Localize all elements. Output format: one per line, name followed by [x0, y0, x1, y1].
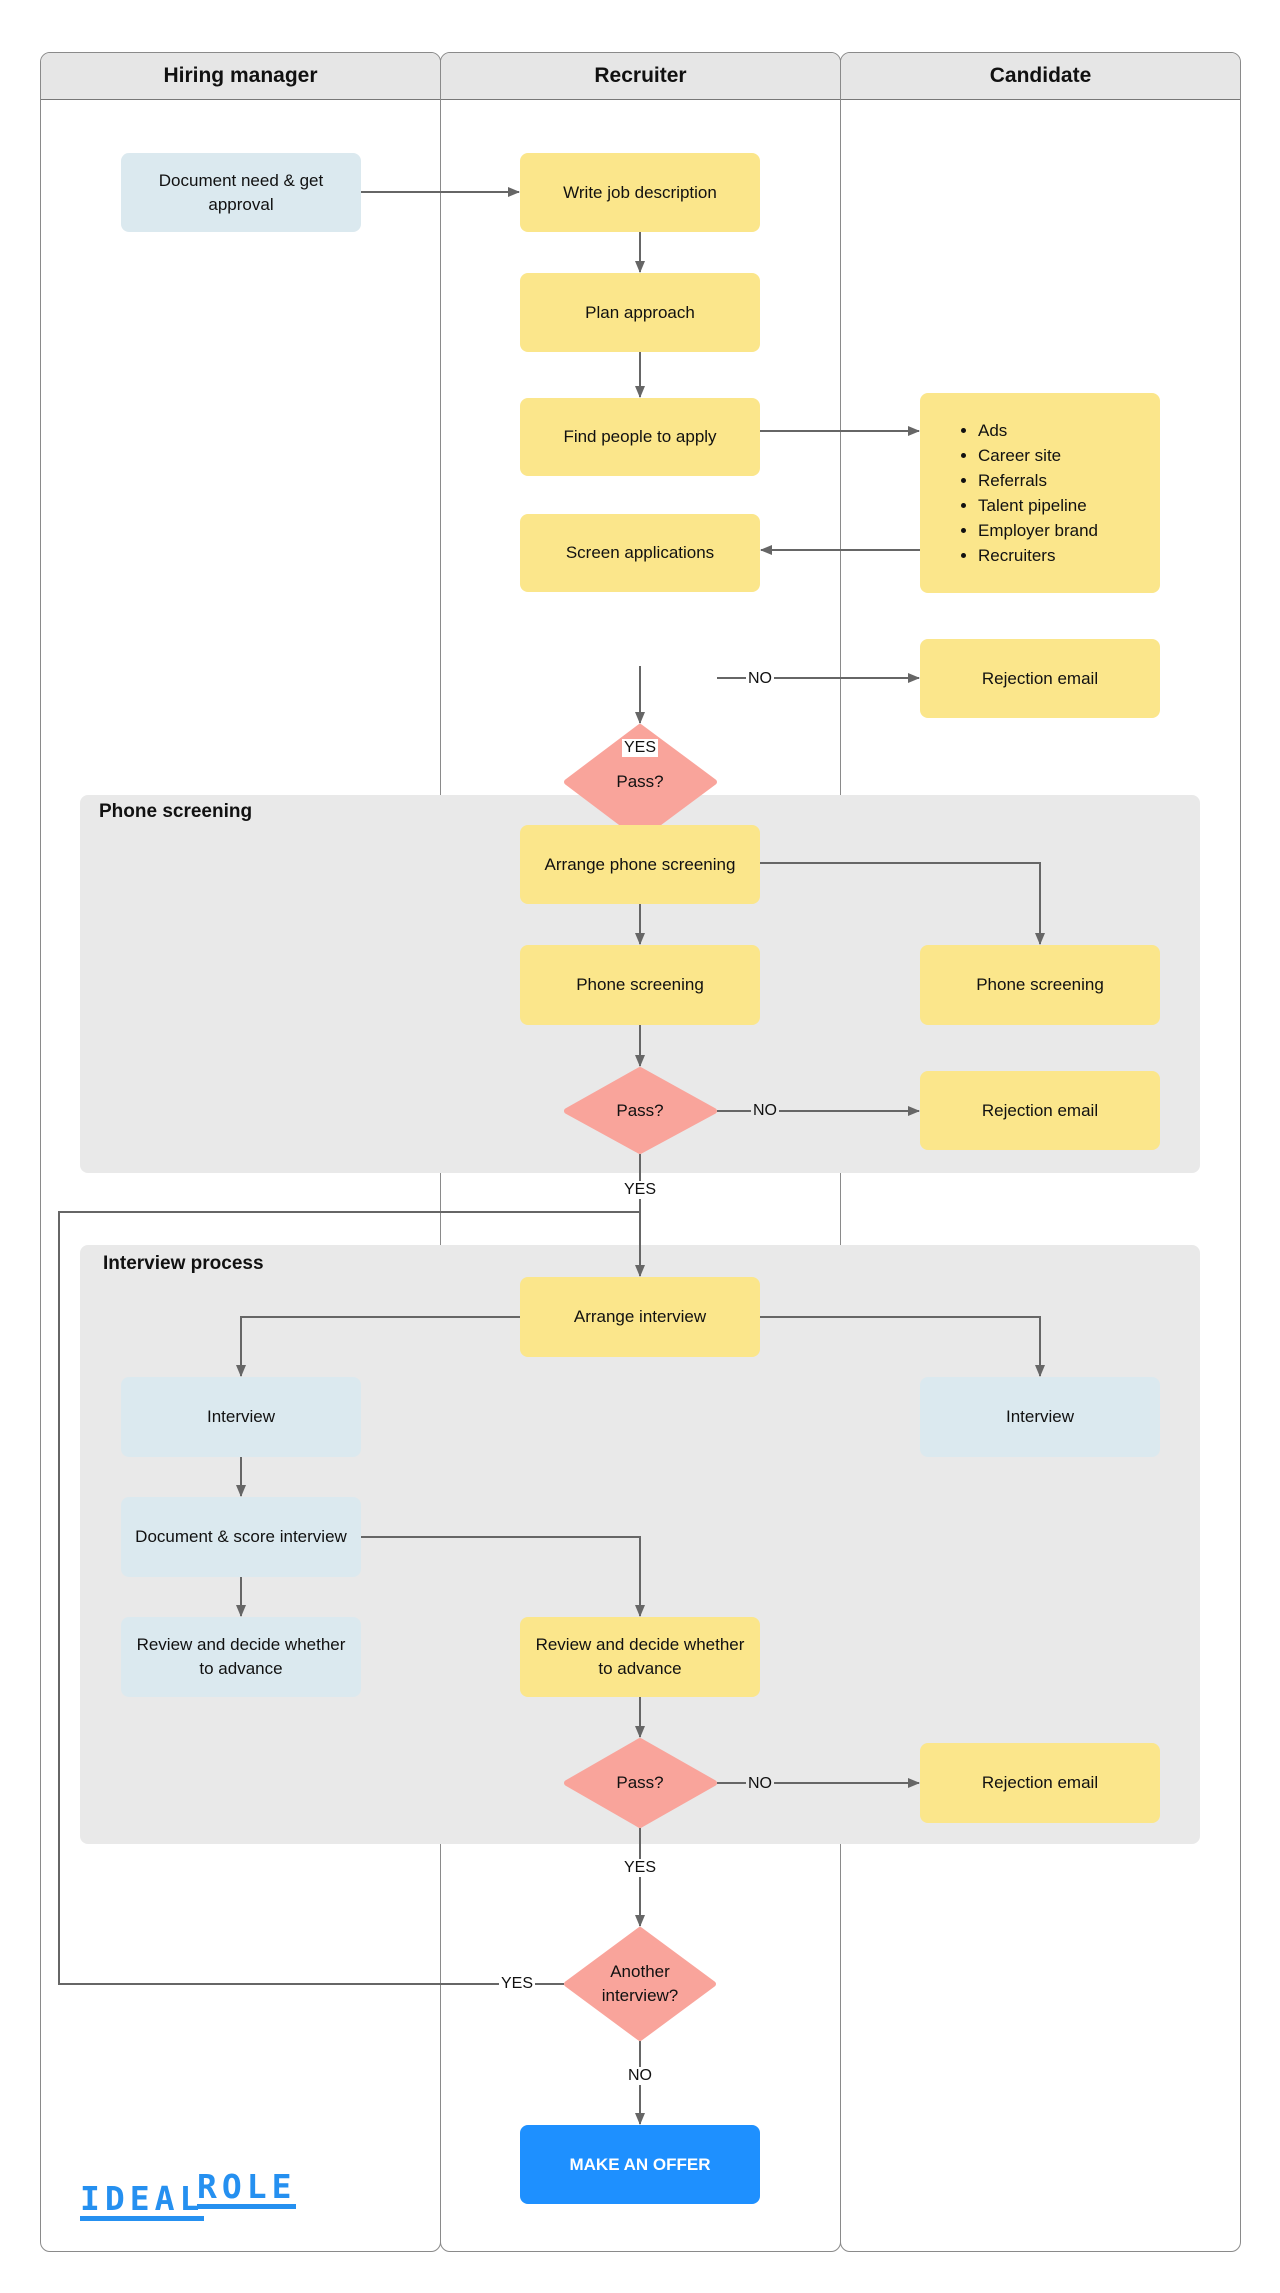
node-interview-candidate: Interview [920, 1377, 1160, 1457]
logo-word-ideal: IDEAL [80, 2182, 205, 2221]
node-candidate-sources: Ads Career site Referrals Talent pipelin… [920, 393, 1160, 593]
edge-arrange-interviewcand [760, 1316, 1045, 1377]
edge-label-yes-loop: YES [498, 1975, 536, 1993]
source-item: Ads [978, 418, 1098, 443]
sources-list: Ads Career site Referrals Talent pipelin… [958, 418, 1098, 568]
node-rejection-email-2: Rejection email [920, 1071, 1160, 1150]
node-document-need: Document need & get approval [121, 153, 361, 232]
decision-pass-2 [564, 1067, 717, 1154]
edge-label-no: NO [746, 1775, 774, 1793]
node-review-recruiter: Review and decide whether to advance [520, 1617, 760, 1697]
edge-label-yes: YES [621, 1181, 659, 1199]
edge-label-no: NO [751, 1102, 779, 1120]
edge-arrange-interviewhm [236, 1316, 520, 1377]
node-review-hiring-manager: Review and decide whether to advance [121, 1617, 361, 1697]
source-item: Talent pipeline [978, 493, 1098, 518]
edge-label-no: NO [626, 2067, 654, 2085]
node-arrange-interview: Arrange interview [520, 1277, 760, 1357]
edge-docscore-reviewrec [361, 1536, 645, 1617]
decision-pass-3 [564, 1738, 717, 1828]
source-item: Referrals [978, 468, 1098, 493]
node-document-score: Document & score interview [121, 1497, 361, 1577]
node-rejection-email-3: Rejection email [920, 1743, 1160, 1823]
edge-label-yes: YES [621, 739, 659, 757]
decision-another [564, 1927, 716, 2041]
node-interview-hiring-manager: Interview [121, 1377, 361, 1457]
logo-word-role: ROLE [197, 2170, 297, 2209]
source-item: Recruiters [978, 543, 1098, 568]
node-phone-screening-candidate: Phone screening [920, 945, 1160, 1025]
node-arrange-phone-screening: Arrange phone screening [520, 825, 760, 904]
source-item: Employer brand [978, 518, 1098, 543]
node-plan-approach: Plan approach [520, 273, 760, 352]
node-phone-screening-recruiter: Phone screening [520, 945, 760, 1025]
node-rejection-email-1: Rejection email [920, 639, 1160, 718]
edge-label-yes: YES [621, 1859, 659, 1877]
node-screen-applications: Screen applications [520, 514, 760, 592]
node-find-people: Find people to apply [520, 398, 760, 476]
node-write-job-description: Write job description [520, 153, 760, 232]
edge-label-no: NO [746, 670, 774, 688]
source-item: Career site [978, 443, 1098, 468]
make-offer-node: MAKE AN OFFER [520, 2125, 760, 2204]
edge-arrange-phonecand [760, 862, 1045, 945]
